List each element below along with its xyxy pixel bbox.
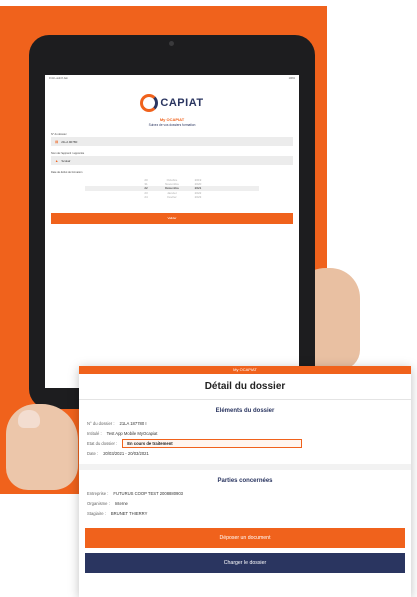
camera-dot: [169, 41, 174, 46]
date-picker[interactable]: 20 Octobre 2019 31 Novembre 2020 22 Déce…: [85, 178, 259, 199]
row-value: BRUNET THIERRY: [110, 510, 148, 516]
status-bar: 9:41 Lundi 8 Juin 100%: [45, 75, 299, 82]
dossier-elements-section: Eléments du dossier N° du dossier : 21LA…: [79, 400, 411, 458]
row-label: Stagiaire :: [87, 510, 106, 516]
row-label: N° du dossier :: [87, 420, 115, 426]
dossier-number-row: N° du dossier : 21LA 187780 I: [79, 418, 411, 428]
download-dossier-button[interactable]: Charger le dossier: [85, 553, 405, 573]
tablet-screen: 9:41 Lundi 8 Juin 100% CAPIAT My OCAPIAT…: [45, 75, 299, 388]
app-name: My OCAPIAT: [159, 117, 185, 122]
picker-month: Février: [167, 194, 177, 199]
ocapiat-logo: CAPIAT: [45, 92, 299, 114]
trainee-row: Stagiaire : BRUNET THIERRY: [79, 508, 411, 518]
row-value: 20/03/2021 - 20/03/2021: [103, 450, 149, 456]
page-title: Détail du dossier: [79, 374, 411, 400]
row-label: Etat du dossier :: [87, 440, 118, 446]
dossier-value: Scolair: [61, 158, 71, 163]
picker-row[interactable]: 24 Février 2023: [85, 195, 259, 199]
dossier-title-row: Intitulé : Test App Mobile MyOcapiat: [79, 428, 411, 438]
picker-day: 24: [144, 194, 148, 199]
submit-button[interactable]: Valider: [51, 212, 293, 224]
row-label: Entreprise :: [87, 490, 109, 496]
row-value: Test App Mobile MyOcapiat: [106, 430, 158, 436]
status-badge: En cours de traitement: [122, 438, 303, 448]
logo-text: CAPIAT: [160, 97, 204, 109]
picker-year: 2023: [194, 194, 202, 199]
tablet-device: 9:41 Lundi 8 Juin 100% CAPIAT My OCAPIAT…: [29, 35, 315, 409]
logo-ring-icon: [140, 94, 159, 112]
company-field[interactable]: ▤ 21LA 90780: [51, 137, 293, 146]
row-value: 21LA 187780 I: [119, 420, 147, 426]
row-value: FUTURUS COOP TEST 2008880903: [113, 490, 184, 496]
company-row: Entreprise : FUTURUS COOP TEST 200888090…: [79, 488, 411, 498]
person-icon: ▲: [55, 158, 59, 163]
row-label: Organisme :: [87, 500, 110, 506]
app-subtitle: Suivez de vos dossiers formation: [148, 123, 196, 127]
section-title: Parties concernées: [217, 478, 273, 484]
card-top-bar: My OCAPIAT: [79, 366, 411, 374]
date-label: Date de début de formation: [51, 171, 83, 174]
row-value: Interne: [114, 500, 128, 506]
left-hand: [6, 404, 78, 490]
row-label: Date :: [87, 450, 99, 456]
dossier-date-row: Date : 20/03/2021 - 20/03/2021: [79, 448, 411, 458]
dossier-field[interactable]: ▲ Scolair: [51, 156, 293, 165]
company-value: 21LA 90780: [61, 139, 78, 144]
dossier-label: Nom de l'apprenti / apprentie: [51, 152, 85, 155]
row-label: Intitulé :: [87, 430, 102, 436]
company-label: N° du dossier: [51, 133, 67, 136]
document-icon: ▤: [55, 139, 59, 144]
dossier-detail-card: My OCAPIAT Détail du dossier Eléments du…: [79, 366, 411, 597]
status-left: 9:41 Lundi 8 Juin: [49, 77, 69, 80]
upload-document-button[interactable]: Déposer un document: [85, 528, 405, 548]
organisme-row: Organisme : Interne: [79, 498, 411, 508]
dossier-status-row: Etat du dossier : En cours de traitement: [79, 438, 411, 448]
parties-section: Parties concernées Entreprise : FUTURUS …: [79, 470, 411, 518]
status-right: 100%: [288, 77, 295, 80]
thumbnail: [18, 410, 40, 428]
section-title: Eléments du dossier: [215, 408, 275, 414]
